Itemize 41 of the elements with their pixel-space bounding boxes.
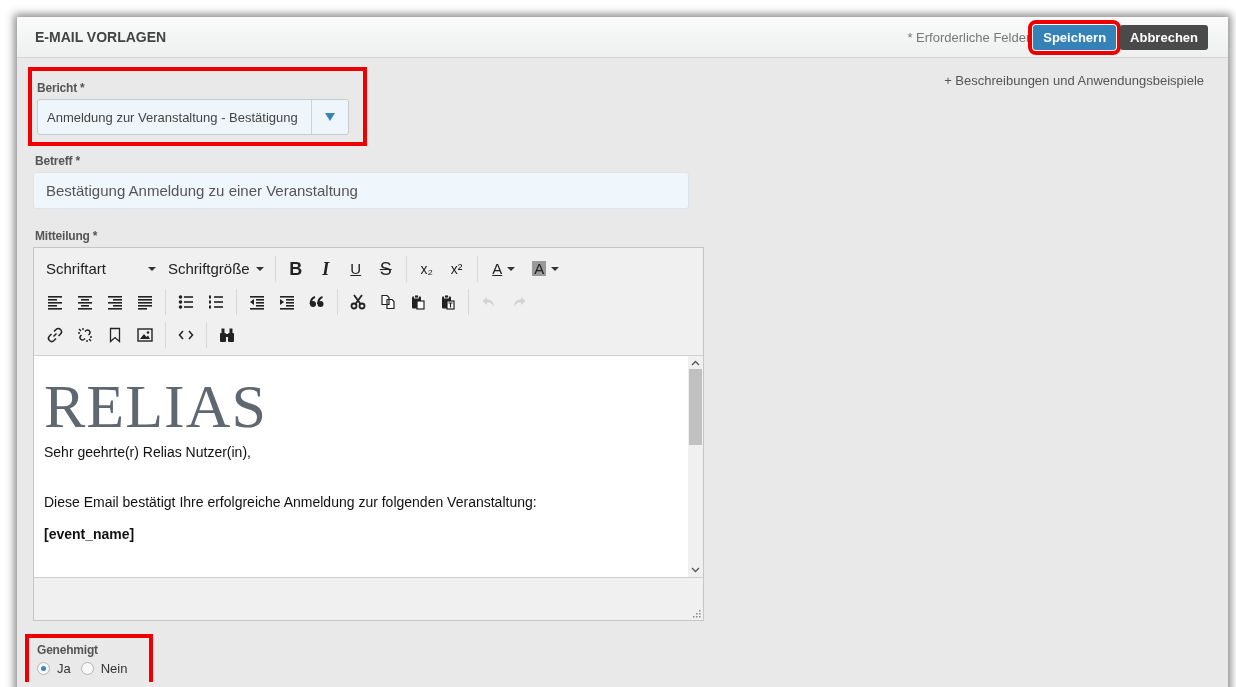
field-label: Mitteilung * [35, 229, 99, 243]
link-icon[interactable] [47, 326, 63, 343]
bullet-list-icon[interactable] [178, 293, 194, 310]
binoculars-icon[interactable] [219, 326, 235, 343]
message-paragraph: [event_name] [44, 526, 136, 542]
justify-icon[interactable] [137, 293, 153, 310]
message-paragraph: Sehr geehrte(r) Relias Nutzer(in), [44, 444, 252, 460]
scroll-down-icon[interactable] [691, 567, 700, 573]
field-label: Betreff * [35, 154, 81, 168]
page-title: E-MAIL VORLAGEN [35, 29, 168, 45]
unlink-icon[interactable] [77, 326, 93, 343]
caret-icon [325, 113, 335, 121]
message-paragraph: Diese Email bestätigt Ihre erfolgreiche Anmeldung zur folgenden Veranstaltung: [44, 494, 538, 510]
company-logo: RELIAS [44, 378, 268, 434]
radio-option[interactable]: Nein [80, 661, 128, 676]
clipboard-icon[interactable] [410, 293, 426, 310]
scrollbar[interactable] [688, 356, 703, 577]
copy-icon[interactable] [380, 293, 396, 310]
field-label: Bericht * [37, 81, 86, 95]
image-icon[interactable] [137, 326, 153, 343]
quote-icon[interactable] [309, 293, 325, 310]
font-dropdown[interactable]: Schriftgröße [162, 260, 270, 277]
align-left-icon[interactable] [47, 293, 63, 310]
cancel-button[interactable]: Abbrechen [1120, 24, 1208, 50]
scroll-up-icon[interactable] [691, 360, 700, 366]
field-label: Genehmigt [37, 643, 99, 657]
clipboard-text-icon[interactable] [440, 293, 456, 310]
numbered-list-icon[interactable] [208, 293, 224, 310]
align-center-icon[interactable] [77, 293, 93, 310]
bookmark-icon[interactable] [107, 326, 123, 343]
scissors-icon[interactable] [350, 293, 366, 310]
help-link[interactable]: + Beschreibungen und Anwendungsbeispiele [944, 73, 1204, 88]
align-right-icon[interactable] [107, 293, 123, 310]
resize-grip-icon[interactable] [692, 609, 701, 618]
required-fields-note: * Erforderliche Felder [907, 29, 1031, 45]
indent-icon[interactable] [279, 293, 295, 310]
subject-field[interactable]: Bestätigung Anmeldung zu einer Veranstaltung [33, 172, 689, 209]
font-dropdown[interactable]: Schriftart [40, 260, 162, 277]
radio-option[interactable]: Ja [37, 661, 71, 676]
report-dropdown[interactable]: Anmeldung zur Veranstaltung - Bestätigung [37, 99, 349, 135]
outdent-icon[interactable] [249, 293, 265, 310]
